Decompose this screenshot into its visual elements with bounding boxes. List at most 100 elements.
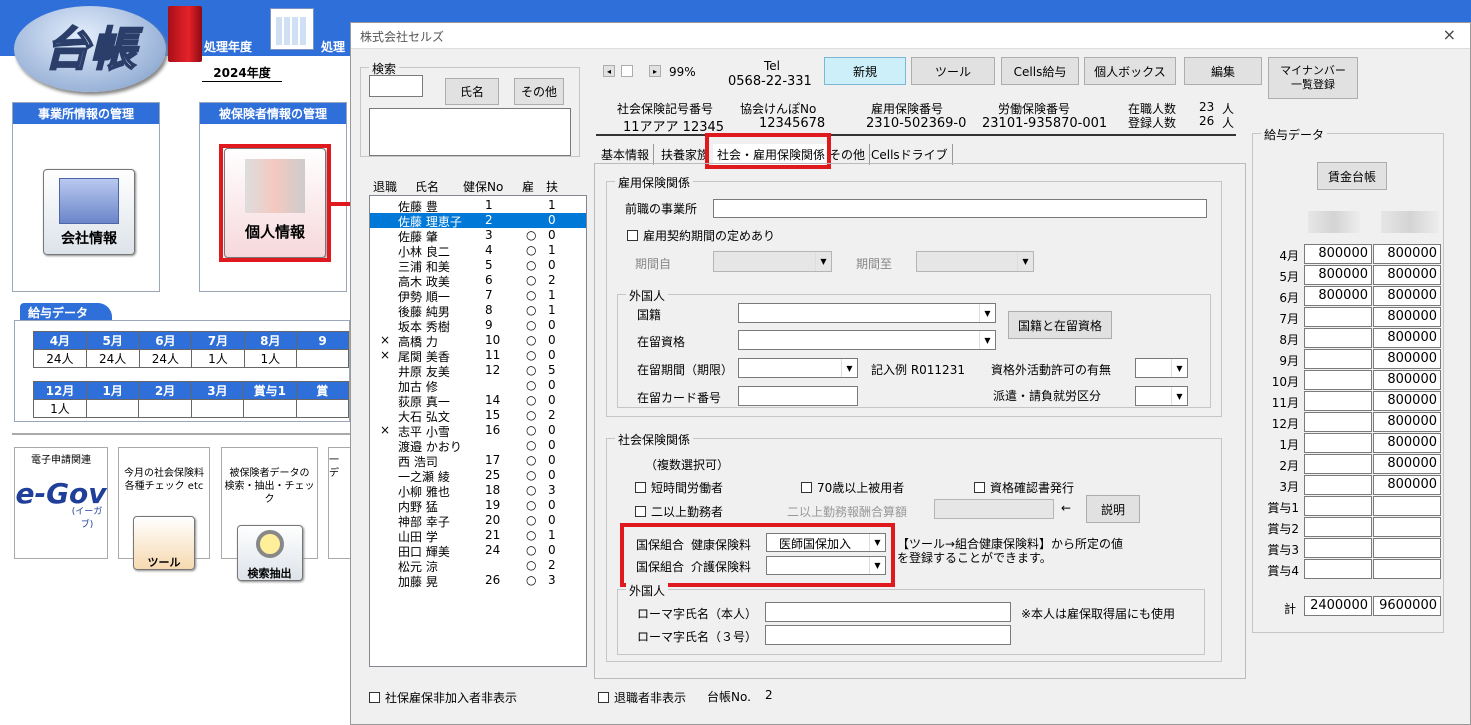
contract-checkbox[interactable]: 雇用契約期間の定めあり [627, 227, 775, 244]
tab-basic[interactable]: 基本情報 [597, 144, 655, 165]
mynumber-button[interactable]: マイナンバー 一覧登録 [1268, 57, 1358, 99]
employee-row[interactable]: 大石 弘文 15 ○ 2 [370, 408, 586, 424]
employee-row[interactable]: 一之瀬 綾 25 ○ 0 [370, 468, 586, 484]
employee-row[interactable]: 加古 修 ○ 0 [370, 378, 586, 394]
salary-col1-cell[interactable] [1304, 475, 1372, 495]
salary-col1-cell[interactable] [1304, 517, 1372, 537]
egov-box[interactable]: 電子申請関連 e-Gov (イーガブ) [14, 447, 108, 559]
over70-checkbox[interactable]: 70歳以上被用者 [801, 479, 904, 496]
employee-row[interactable]: 高木 政美 6 ○ 2 [370, 273, 586, 289]
roma2-input[interactable] [765, 625, 1011, 645]
name-search-button[interactable]: 氏名 [445, 78, 499, 105]
employee-row[interactable]: × 高橋 力 10 ○ 0 [370, 333, 586, 349]
salary-col1-cell[interactable] [1304, 328, 1372, 348]
salary-col1-cell[interactable]: 800000 [1304, 265, 1372, 285]
company-info-button[interactable]: 会社情報 [43, 169, 135, 255]
employee-row[interactable]: × 志平 小雪 16 ○ 0 [370, 423, 586, 439]
salary-col1-cell[interactable] [1304, 307, 1372, 327]
employee-row[interactable]: 荻原 真一 14 ○ 0 [370, 393, 586, 409]
employee-row[interactable]: 小柳 雅也 18 ○ 3 [370, 483, 586, 499]
outside-select[interactable]: ▼ [1135, 358, 1188, 378]
salary-col1-cell[interactable]: 800000 [1304, 286, 1372, 306]
prev-office-input[interactable] [713, 199, 1207, 218]
employee-row[interactable]: 田口 輝美 24 ○ 0 [370, 543, 586, 559]
salary-col1-cell[interactable] [1304, 349, 1372, 369]
employee-row[interactable]: 神部 幸子 20 ○ 0 [370, 513, 586, 529]
period-to-select[interactable]: ▼ [916, 251, 1034, 272]
tab-other[interactable]: その他 [825, 144, 871, 165]
salary-col2-cell[interactable]: 800000 [1373, 454, 1441, 474]
cells-salary-button[interactable]: Cells給与 [1001, 57, 1079, 85]
employee-row[interactable]: 後藤 純男 8 ○ 1 [370, 303, 586, 319]
salary-col2-cell[interactable] [1373, 538, 1441, 558]
salary-col2-cell[interactable]: 800000 [1373, 370, 1441, 390]
period-from-select[interactable]: ▼ [713, 251, 832, 272]
employee-list[interactable]: 佐藤 豊 1 1 佐藤 理恵子 2 0 佐藤 肇 3 ○ 0 小林 良二 4 ○ 1 三浦 和美 5 ○ 0 高木 … [369, 195, 587, 667]
employee-row[interactable]: 三浦 和美 5 ○ 0 [370, 258, 586, 274]
scroll-right-icon[interactable]: ▸ [649, 65, 661, 77]
multi-worker-checkbox[interactable]: 二以上勤務者 [635, 503, 723, 520]
search-extract-button[interactable]: 検索抽出 [236, 525, 303, 581]
card-input[interactable] [738, 386, 858, 406]
tool-menu-button[interactable]: ツール [911, 57, 995, 85]
employee-row[interactable]: 松元 涼 ○ 2 [370, 558, 586, 574]
salary-col2-cell[interactable]: 800000 [1373, 307, 1441, 327]
salary-col1-cell[interactable]: 800000 [1304, 244, 1372, 264]
tab-cells-drive[interactable]: Cellsドライブ [867, 144, 953, 165]
employee-row[interactable]: 渡邉 かおり ○ 0 [370, 438, 586, 454]
roma1-input[interactable] [765, 602, 1011, 622]
employee-row[interactable]: 山田 学 21 ○ 1 [370, 528, 586, 544]
status-select[interactable]: ▼ [738, 330, 996, 350]
tool-button[interactable]: ツール [133, 516, 195, 570]
salary-col1-cell[interactable] [1304, 433, 1372, 453]
period-select[interactable]: ▼ [738, 358, 858, 378]
close-icon[interactable]: × [1443, 25, 1456, 44]
salary-col1-cell[interactable] [1304, 538, 1372, 558]
salary-col2-cell[interactable]: 800000 [1373, 391, 1441, 411]
employee-row[interactable]: 伊勢 順一 7 ○ 1 [370, 288, 586, 304]
employee-row[interactable]: 井原 友美 12 ○ 5 [370, 363, 586, 379]
salary-col2-cell[interactable]: 800000 [1373, 412, 1441, 432]
calendar-icon[interactable] [270, 8, 314, 50]
salary-col2-cell[interactable] [1373, 559, 1441, 579]
explain-button[interactable]: 説明 [1086, 495, 1140, 523]
salary-col2-cell[interactable]: 800000 [1373, 328, 1441, 348]
salary-col1-cell[interactable] [1304, 391, 1372, 411]
edit-button[interactable]: 編集 [1184, 57, 1262, 85]
salary-col1-cell[interactable] [1304, 454, 1372, 474]
personal-box-button[interactable]: 個人ボックス [1084, 57, 1176, 85]
dispatch-select[interactable]: ▼ [1135, 386, 1188, 406]
salary-col2-cell[interactable] [1373, 517, 1441, 537]
salary-col1-cell[interactable] [1304, 412, 1372, 432]
employee-row[interactable]: 加藤 晃 26 ○ 3 [370, 573, 586, 589]
salary-col2-cell[interactable]: 800000 [1373, 244, 1441, 264]
short-worker-checkbox[interactable]: 短時間労働者 [635, 479, 723, 496]
salary-col2-cell[interactable]: 800000 [1373, 349, 1441, 369]
salary-col2-cell[interactable]: 800000 [1373, 433, 1441, 453]
salary-col1-cell[interactable] [1304, 496, 1372, 516]
salary-col1-cell[interactable] [1304, 559, 1372, 579]
nationality-status-button[interactable]: 国籍と在留資格 [1008, 311, 1112, 339]
qualification-checkbox[interactable]: 資格確認書発行 [974, 479, 1074, 496]
other-search-button[interactable]: その他 [514, 78, 564, 105]
employee-row[interactable]: 内野 猛 19 ○ 0 [370, 498, 586, 514]
salary-col1-cell[interactable] [1304, 370, 1372, 390]
hide-unins-checkbox[interactable]: 社保雇保非加入者非表示 [369, 689, 517, 706]
new-button[interactable]: 新規 [824, 57, 906, 85]
employee-row[interactable]: × 尾関 美香 11 ○ 0 [370, 348, 586, 364]
employee-row[interactable]: 小林 良二 4 ○ 1 [370, 243, 586, 259]
multi-pay-input[interactable] [934, 499, 1054, 519]
hide-retired-checkbox[interactable]: 退職者非表示 [598, 689, 686, 706]
nationality-select[interactable]: ▼ [738, 303, 996, 323]
salary-col2-cell[interactable] [1373, 496, 1441, 516]
scroll-thumb[interactable] [621, 65, 633, 77]
employee-row[interactable]: 西 浩司 17 ○ 0 [370, 453, 586, 469]
salary-col2-cell[interactable]: 800000 [1373, 286, 1441, 306]
salary-col2-cell[interactable]: 800000 [1373, 475, 1441, 495]
search-input[interactable] [369, 75, 423, 97]
employee-row[interactable]: 佐藤 肇 3 ○ 0 [370, 228, 586, 244]
employee-row[interactable]: 佐藤 豊11 [370, 198, 586, 214]
employee-row[interactable]: 佐藤 理恵子 2 0 [370, 213, 586, 229]
ledger-button[interactable]: 賃金台帳 [1317, 162, 1387, 190]
employee-row[interactable]: 坂本 秀樹 9 ○ 0 [370, 318, 586, 334]
